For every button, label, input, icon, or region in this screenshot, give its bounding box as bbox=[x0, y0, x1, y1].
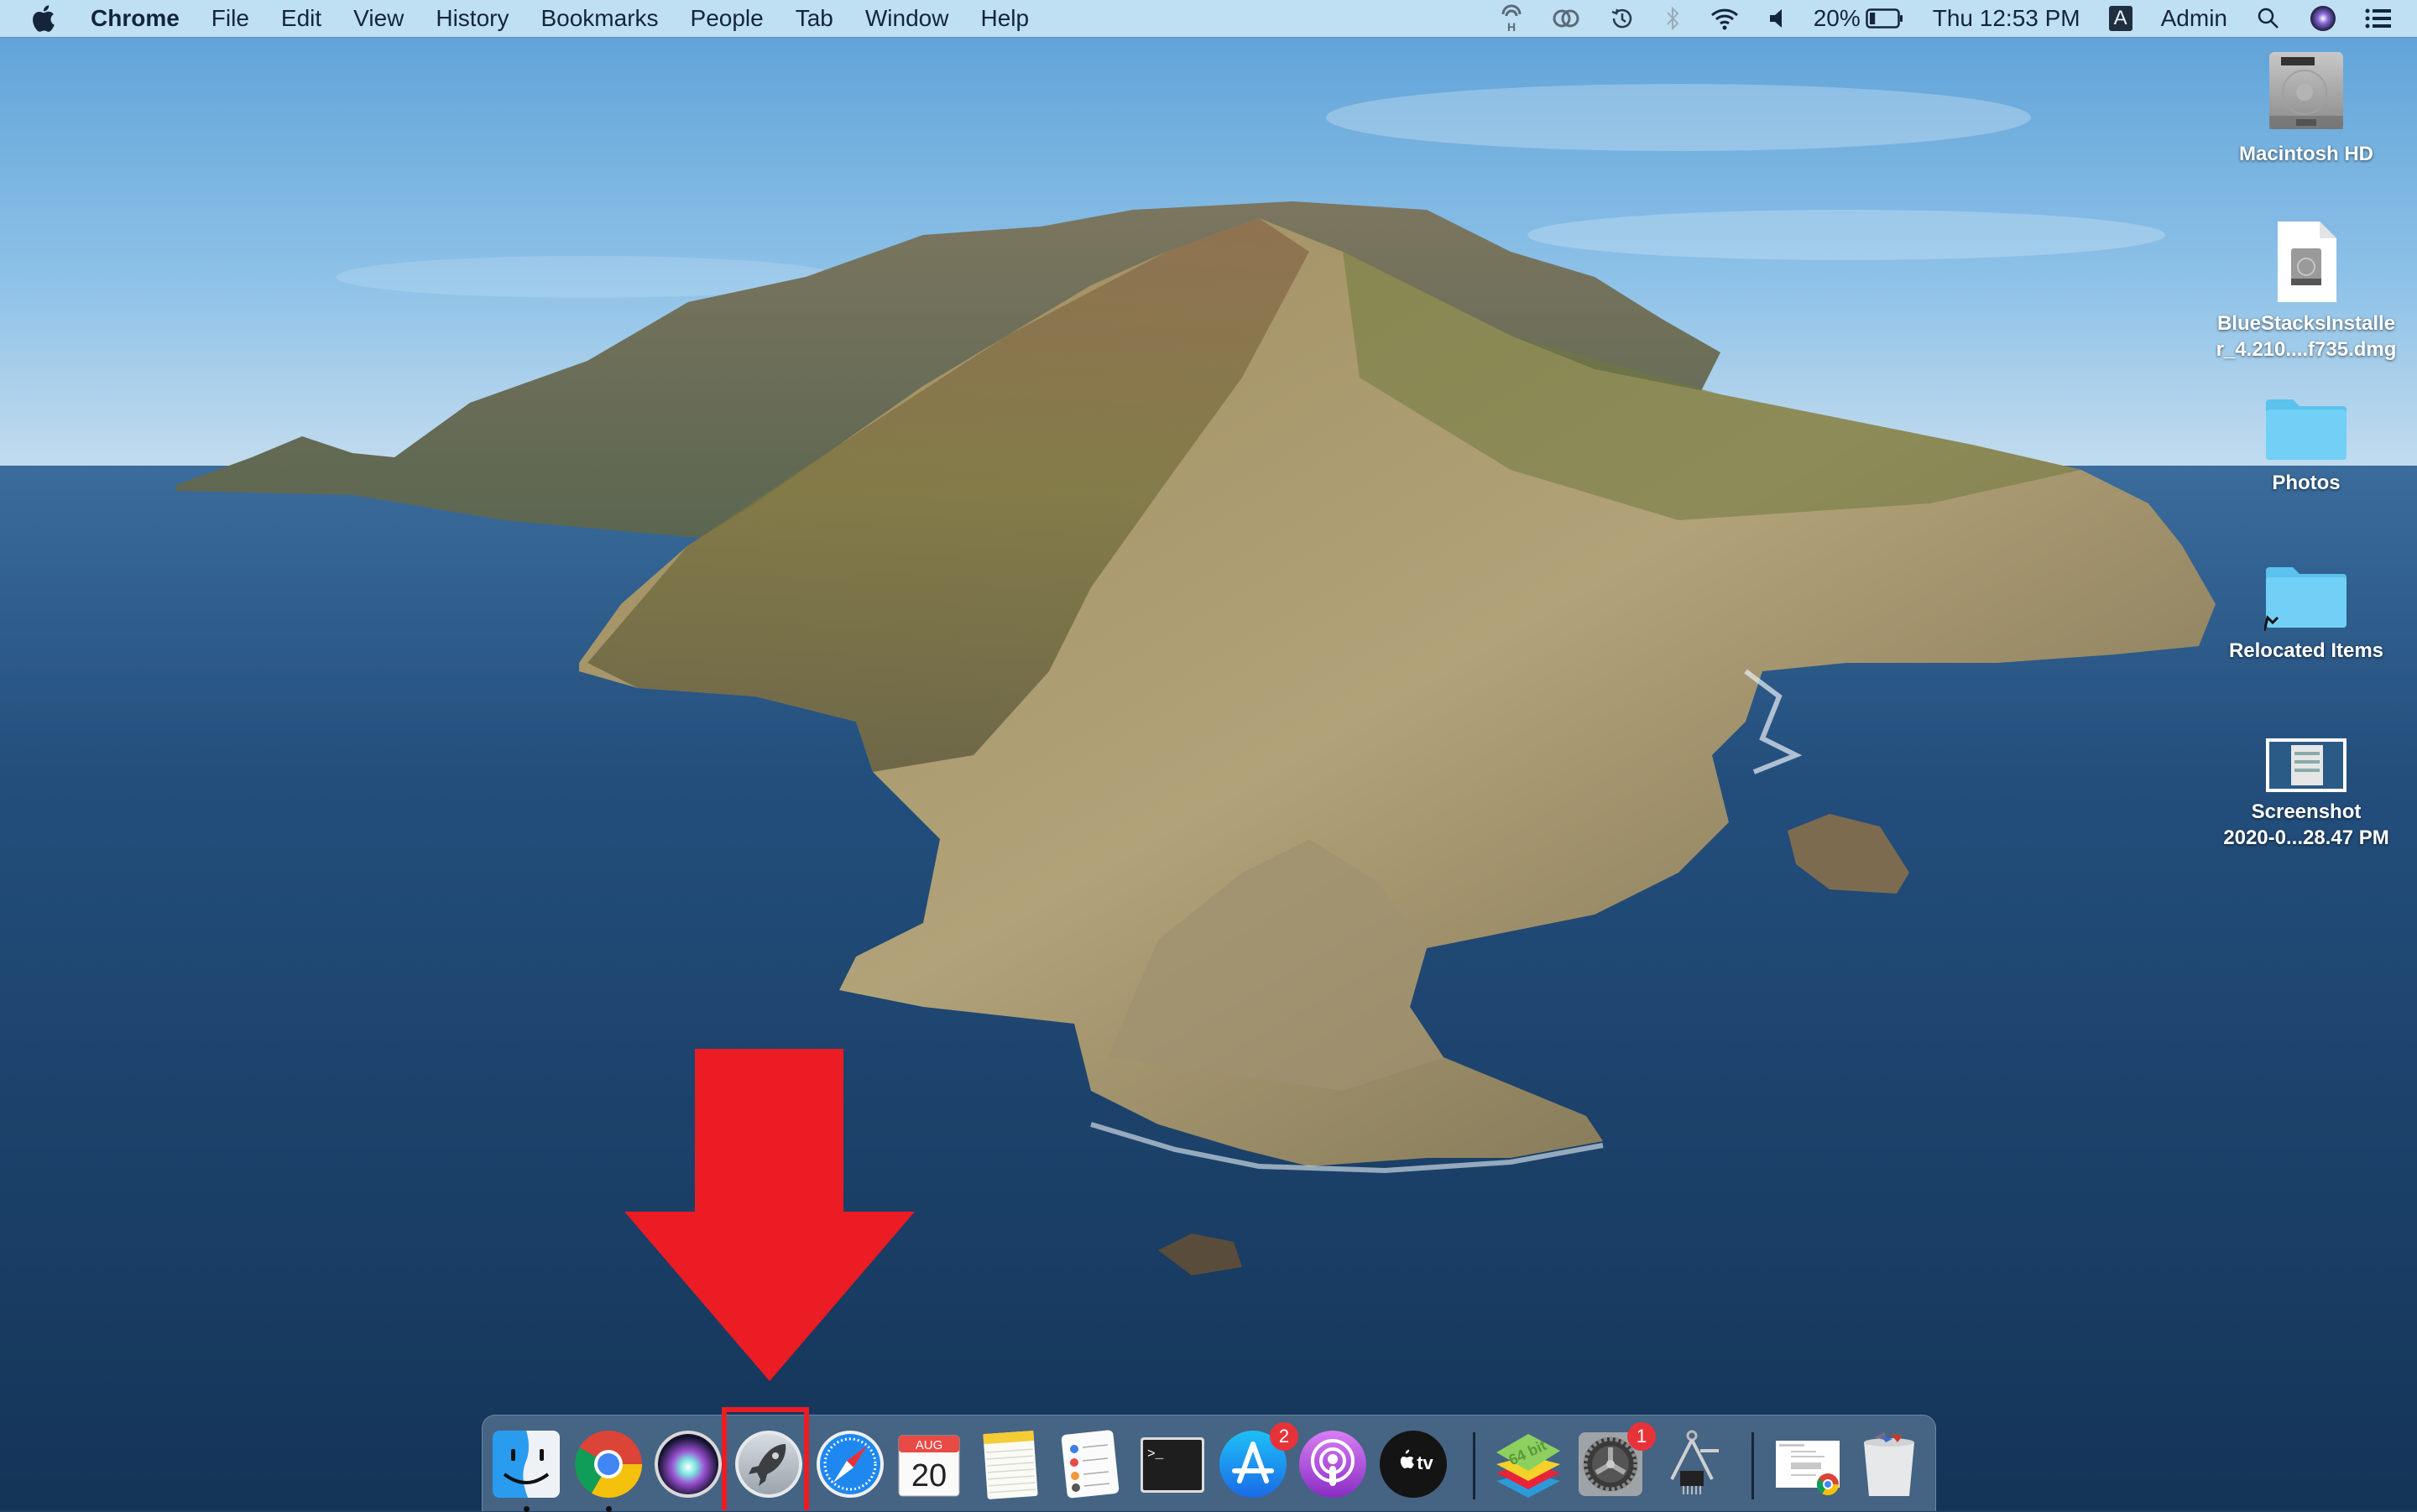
svg-text:H: H bbox=[1507, 20, 1516, 33]
desktop-icon-label-line: Screenshot bbox=[2251, 800, 2362, 823]
desktop-icon-relocated-items[interactable]: Relocated Items bbox=[2206, 564, 2407, 664]
dmg-file-icon bbox=[2278, 222, 2336, 302]
dock-trash[interactable] bbox=[1854, 1429, 1924, 1499]
dock-podcasts[interactable] bbox=[1297, 1429, 1368, 1499]
downloads-document-icon bbox=[1776, 1441, 1840, 1496]
folder-alias-icon bbox=[2264, 567, 2347, 631]
menu-help[interactable]: Help bbox=[980, 5, 1029, 32]
dock-notes[interactable] bbox=[975, 1429, 1046, 1499]
terminal-prompt: >_ bbox=[1147, 1447, 1164, 1462]
safari-compass-icon bbox=[817, 1431, 884, 1498]
bluestacks-icon: 64 bit bbox=[1496, 1434, 1560, 1498]
notification-center-icon[interactable] bbox=[2365, 8, 2392, 29]
menu-people[interactable]: People bbox=[691, 5, 764, 32]
desktop-icon-photos-folder[interactable]: Photos bbox=[2206, 396, 2407, 496]
siri-icon[interactable] bbox=[2310, 5, 2336, 32]
dock-reminders[interactable] bbox=[1054, 1429, 1125, 1499]
notes-icon bbox=[983, 1430, 1038, 1499]
desktop-icon-label-line: BlueStacksInstalle bbox=[2216, 312, 2396, 335]
menu-file[interactable]: File bbox=[211, 5, 249, 32]
dock-bluestacks[interactable]: 64 bit bbox=[1493, 1429, 1563, 1499]
annotation-arrow bbox=[624, 1049, 915, 1381]
desktop-icon-label: Photos bbox=[2272, 472, 2341, 494]
time-machine-icon[interactable] bbox=[1609, 5, 1636, 32]
clock[interactable]: Thu 12:53 PM bbox=[1933, 5, 2080, 32]
menu-bookmarks[interactable]: Bookmarks bbox=[540, 5, 658, 32]
calendar-day: 20 bbox=[911, 1458, 947, 1494]
dock-separator bbox=[1473, 1432, 1475, 1499]
terminal-icon: >_ bbox=[1141, 1437, 1204, 1493]
reminders-icon bbox=[1061, 1430, 1120, 1499]
desktop-icon-bluestacks-dmg[interactable]: BlueStacksInstalle r_4.210....f735.dmg bbox=[2206, 220, 2407, 362]
desktop-icon-label: Macintosh HD bbox=[2238, 143, 2373, 165]
desktop-icon-macintosh-hd[interactable]: Macintosh HD bbox=[2206, 50, 2407, 167]
dock-chrome[interactable] bbox=[573, 1429, 644, 1512]
apple-tv-icon: tv bbox=[1380, 1431, 1447, 1498]
menu-bar: Chrome File Edit View History Bookmarks … bbox=[0, 0, 2417, 38]
notification-badge: 2 bbox=[1270, 1422, 1298, 1451]
dock-tv[interactable]: tv bbox=[1378, 1429, 1449, 1499]
dock-system-preferences[interactable]: 1 bbox=[1575, 1422, 1656, 1499]
dock-terminal[interactable]: >_ bbox=[1137, 1429, 1208, 1499]
battery-icon bbox=[1866, 8, 1903, 29]
image-file-icon bbox=[2266, 738, 2347, 792]
siri-icon bbox=[655, 1431, 722, 1498]
dock-siri[interactable] bbox=[653, 1429, 723, 1499]
calendar-icon: AUG 20 bbox=[898, 1435, 960, 1497]
folder-icon bbox=[2266, 399, 2347, 460]
chrome-icon bbox=[575, 1431, 642, 1498]
menu-app-name[interactable]: Chrome bbox=[91, 5, 180, 32]
calendar-month: AUG bbox=[916, 1438, 943, 1452]
dock: AUG 20 >_ 2 tv 64 bit 1 bbox=[482, 1415, 1936, 1512]
running-indicator bbox=[606, 1506, 612, 1512]
apple-logo-icon[interactable] bbox=[30, 4, 55, 33]
finder-icon bbox=[493, 1431, 560, 1498]
menu-history[interactable]: History bbox=[436, 5, 509, 32]
dock-finder[interactable] bbox=[491, 1429, 561, 1512]
hotspot-icon[interactable]: H bbox=[1500, 4, 1523, 33]
volume-icon[interactable] bbox=[1768, 7, 1785, 30]
input-source[interactable]: A bbox=[2108, 6, 2132, 31]
user-menu[interactable]: Admin bbox=[2161, 5, 2227, 32]
hard-drive-icon bbox=[2269, 52, 2343, 129]
notification-badge: 1 bbox=[1627, 1422, 1656, 1451]
spotlight-icon[interactable] bbox=[2256, 6, 2281, 31]
desktop-icon-label-line: r_4.210....f735.dmg bbox=[2216, 338, 2397, 361]
desktop-icon-label: Relocated Items bbox=[2228, 639, 2384, 662]
system-information-icon bbox=[1670, 1430, 1719, 1494]
dock-app-store[interactable]: 2 bbox=[1218, 1422, 1298, 1499]
dock-downloads-stack[interactable] bbox=[1772, 1429, 1843, 1499]
trash-icon bbox=[1864, 1432, 1914, 1496]
menu-tab[interactable]: Tab bbox=[796, 5, 833, 32]
desktop-wallpaper bbox=[0, 0, 2417, 1510]
dock-safari[interactable] bbox=[815, 1429, 885, 1499]
bluetooth-icon[interactable] bbox=[1664, 5, 1681, 32]
running-indicator bbox=[524, 1506, 530, 1512]
desktop-icon-screenshot[interactable]: Screenshot 2020-0...28.47 PM bbox=[2206, 738, 2407, 851]
annotation-highlight-box bbox=[722, 1407, 809, 1510]
dock-separator bbox=[1751, 1432, 1754, 1499]
menu-window[interactable]: Window bbox=[865, 5, 949, 32]
battery-status[interactable]: 20% bbox=[1814, 5, 1904, 32]
podcasts-icon bbox=[1299, 1431, 1366, 1498]
dock-calendar[interactable]: AUG 20 bbox=[894, 1429, 964, 1499]
desktop-icon-label-line: 2020-0...28.47 PM bbox=[2223, 826, 2389, 849]
creative-cloud-icon[interactable] bbox=[1552, 6, 1580, 31]
input-source-badge: A bbox=[2108, 6, 2132, 31]
tv-label: tv bbox=[1417, 1452, 1433, 1473]
dock-system-information[interactable] bbox=[1657, 1429, 1727, 1499]
menu-view[interactable]: View bbox=[353, 5, 404, 32]
wifi-icon[interactable] bbox=[1710, 6, 1740, 31]
battery-percent: 20% bbox=[1813, 5, 1861, 31]
menu-edit[interactable]: Edit bbox=[281, 5, 321, 32]
